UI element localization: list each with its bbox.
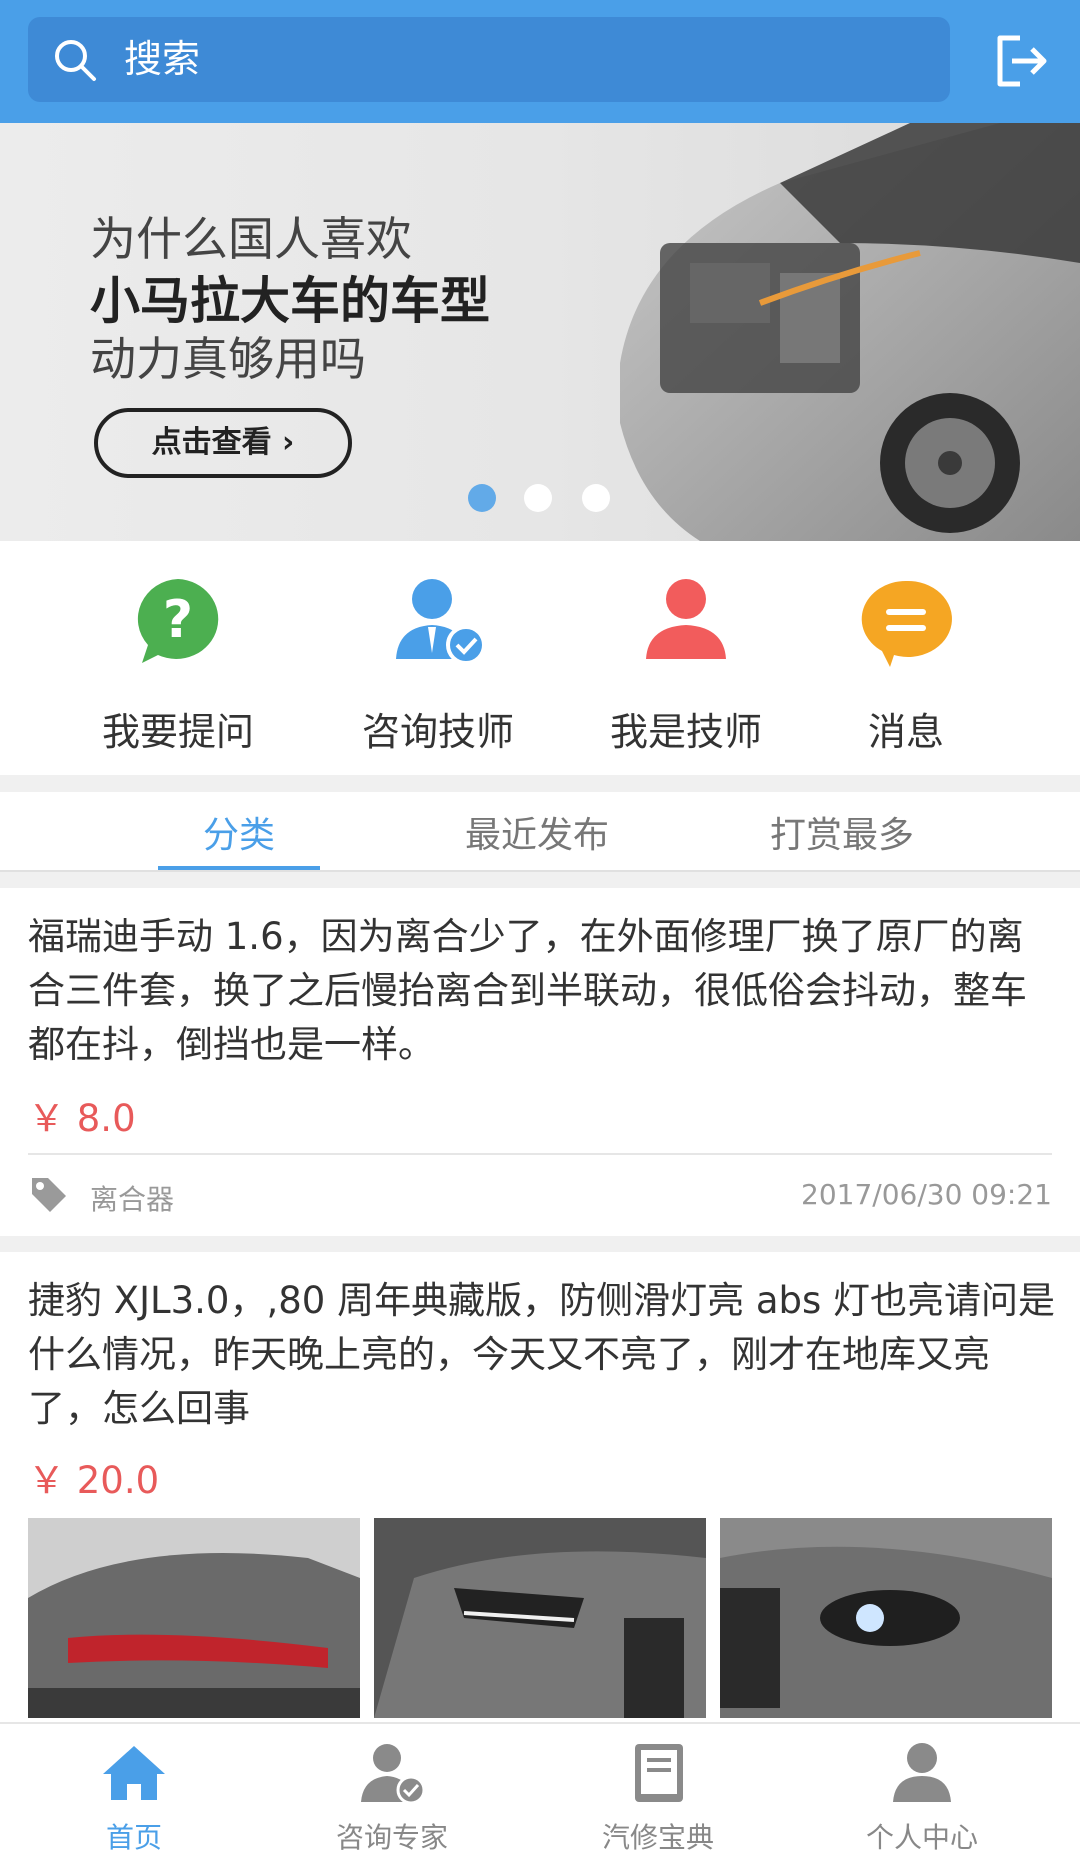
nav-label: 个人中心 bbox=[865, 1821, 978, 1854]
nav-label: 咨询专家 bbox=[335, 1821, 448, 1854]
pagination-dot[interactable] bbox=[582, 484, 610, 512]
question-text: 福瑞迪手动 1.6，因为离合少了，在外面修理厂换了原厂的离合三件套，换了之后慢抬… bbox=[28, 915, 1027, 1066]
pagination-dot-active[interactable] bbox=[468, 484, 496, 512]
tab-most-rewarded[interactable]: 打赏最多 bbox=[770, 806, 914, 858]
profile-icon bbox=[893, 1743, 951, 1802]
expert-user-icon bbox=[361, 1744, 426, 1805]
car-photo[interactable] bbox=[374, 1518, 706, 1718]
quick-action-label: 消息 bbox=[867, 710, 944, 754]
logout-icon[interactable] bbox=[990, 30, 1052, 92]
search-bar[interactable]: 搜索 bbox=[28, 17, 950, 102]
tab-recent[interactable]: 最近发布 bbox=[465, 806, 609, 858]
top-bar: 搜索 bbox=[0, 0, 1080, 123]
message-bubble-icon bbox=[861, 580, 952, 667]
nav-consult-experts[interactable]: 咨询专家 bbox=[292, 1738, 492, 1856]
i-am-technician-button[interactable]: 我是技师 bbox=[586, 571, 786, 756]
car-photo[interactable] bbox=[28, 1518, 360, 1718]
consult-technician-button[interactable]: 咨询技师 bbox=[338, 571, 538, 756]
ask-question-button[interactable]: ? 我要提问 bbox=[78, 571, 278, 756]
quick-action-label: 我是技师 bbox=[609, 710, 762, 754]
bottom-navigation: 首页 咨询专家 汽修宝典 个人中心 bbox=[0, 1722, 1080, 1862]
tag-icon bbox=[32, 1178, 66, 1212]
car-image bbox=[620, 123, 1080, 541]
reward-price: ￥ 20.0 bbox=[28, 1459, 160, 1502]
search-placeholder: 搜索 bbox=[124, 37, 201, 81]
quick-action-label: 咨询技师 bbox=[361, 710, 514, 754]
pagination-dot[interactable] bbox=[524, 484, 552, 512]
search-icon bbox=[55, 40, 96, 81]
question-bubble-icon: ? bbox=[137, 579, 219, 663]
messages-button[interactable]: 消息 bbox=[806, 571, 1006, 756]
verified-user-icon bbox=[396, 579, 486, 665]
banner-title-line3: 动力真够用吗 bbox=[90, 332, 366, 386]
nav-repair-guide[interactable]: 汽修宝典 bbox=[558, 1738, 758, 1856]
tab-category[interactable]: 分类 bbox=[203, 806, 275, 858]
banner-pagination bbox=[468, 484, 628, 514]
svg-text:?: ? bbox=[163, 590, 193, 650]
banner-title-line1: 为什么国人喜欢 bbox=[90, 212, 412, 266]
home-icon bbox=[103, 1746, 165, 1800]
nav-profile[interactable]: 个人中心 bbox=[822, 1738, 1022, 1856]
nav-home[interactable]: 首页 bbox=[34, 1738, 234, 1856]
nav-label: 汽修宝典 bbox=[601, 1821, 714, 1854]
post-date: 2017/06/30 09:21 bbox=[801, 1178, 1052, 1211]
divider bbox=[28, 1153, 1052, 1155]
promo-banner[interactable]: 为什么国人喜欢 小马拉大车的车型 动力真够用吗 点击查看 › bbox=[0, 123, 1080, 541]
nav-label: 首页 bbox=[105, 1821, 162, 1854]
question-card[interactable]: 捷豹 XJL3.0，,80 周年典藏版，防侧滑灯亮 abs 灯也亮请问是什么情况… bbox=[0, 1252, 1080, 1722]
category-tag[interactable]: 离合器 bbox=[90, 1178, 174, 1218]
car-photo[interactable] bbox=[720, 1518, 1052, 1718]
question-card[interactable]: 福瑞迪手动 1.6，因为离合少了，在外面修理厂换了原厂的离合三件套，换了之后慢抬… bbox=[0, 888, 1080, 1236]
reward-price: ￥ 8.0 bbox=[28, 1097, 136, 1140]
book-icon bbox=[635, 1744, 683, 1802]
quick-actions: ? 我要提问 咨询技师 我是技师 消息 bbox=[0, 541, 1080, 775]
filter-tabs: 分类 最近发布 打赏最多 bbox=[0, 792, 1080, 872]
image-gallery bbox=[28, 1518, 1052, 1722]
question-text: 捷豹 XJL3.0，,80 周年典藏版，防侧滑灯亮 abs 灯也亮请问是什么情况… bbox=[28, 1279, 1056, 1430]
active-tab-indicator bbox=[158, 866, 320, 870]
user-icon bbox=[646, 579, 726, 659]
banner-view-button[interactable]: 点击查看 › bbox=[94, 408, 352, 478]
quick-action-label: 我要提问 bbox=[101, 710, 254, 754]
